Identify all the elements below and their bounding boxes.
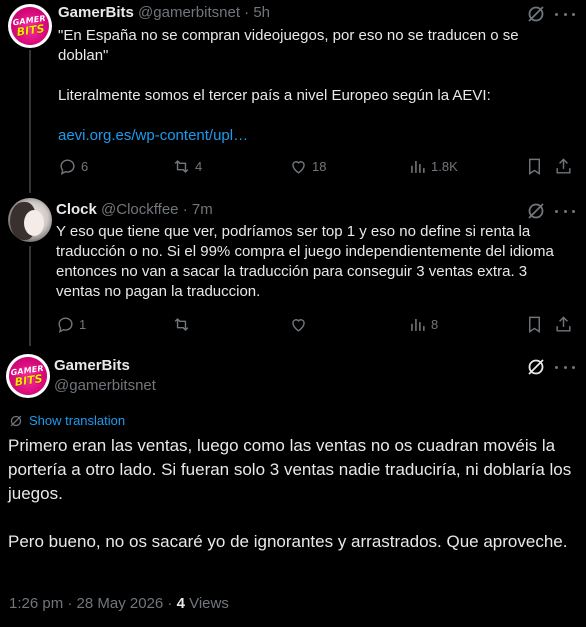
tweet-actions: 6 4 18 1.8K: [58, 156, 578, 176]
share-icon: [556, 315, 571, 332]
bookmark-button[interactable]: [525, 156, 544, 176]
show-translation-link[interactable]: Show translation: [9, 413, 125, 428]
tweet-text: Primero eran las ventas, luego como las …: [8, 436, 572, 551]
gamerbits-logo: GAMER BITS: [8, 4, 52, 48]
repost-count: 4: [195, 158, 203, 174]
views-button[interactable]: 8: [408, 314, 438, 334]
views-button[interactable]: 1.8K: [408, 156, 458, 176]
share-button[interactable]: [554, 314, 573, 334]
views-count: 1.8K: [431, 158, 458, 174]
repost-icon: [174, 317, 189, 331]
timestamp[interactable]: 1:26 pm · 28 May 2026 ·: [9, 595, 177, 612]
user-handle[interactable]: @gamerbitsnet: [138, 4, 240, 21]
display-name[interactable]: GamerBits: [58, 4, 134, 21]
more-icon[interactable]: [555, 357, 575, 377]
bookmark-button[interactable]: [525, 314, 544, 334]
reply-tweet-2[interactable]: Clock @Clockffee · 7m Y eso que tiene qu…: [0, 196, 586, 346]
share-icon: [556, 157, 571, 174]
views-label: Views: [184, 595, 229, 612]
share-button[interactable]: [554, 156, 573, 176]
bookmark-icon: [529, 158, 540, 175]
tweet-meta: 1:26 pm · 28 May 2026 · 4 Views: [9, 595, 229, 612]
translate-icon: [10, 415, 22, 426]
tweet-header: GamerBits @gamerbitsnet · 5h: [58, 4, 271, 21]
timestamp[interactable]: 7m: [192, 201, 213, 218]
avatar[interactable]: GAMER BITS: [6, 354, 50, 398]
tweet-header: Clock @Clockffee · 7m: [56, 201, 213, 218]
user-handle[interactable]: @gamerbitsnet: [54, 377, 156, 394]
avatar[interactable]: [8, 198, 52, 242]
grok-icon[interactable]: [526, 4, 546, 24]
display-name[interactable]: GamerBits: [54, 357, 130, 374]
repost-button[interactable]: [172, 314, 195, 334]
user-handle[interactable]: @Clockffee: [101, 201, 178, 218]
like-count: 18: [312, 158, 327, 174]
reply-icon: [60, 158, 75, 175]
views-count: 4: [176, 595, 185, 612]
like-button[interactable]: 18: [289, 156, 326, 176]
tweet-link[interactable]: aevi.org.es/wp-content/upl…: [58, 127, 248, 144]
tweet-text: Y eso que tiene que ver, podríamos ser t…: [56, 223, 558, 300]
reply-count: 1: [79, 316, 87, 332]
repost-icon: [174, 159, 189, 173]
tweet-text: "En España no se compran videojuegos, po…: [58, 27, 519, 144]
reply-count: 6: [81, 158, 89, 174]
repost-button[interactable]: 4: [172, 156, 202, 176]
more-icon[interactable]: [555, 201, 575, 221]
timestamp[interactable]: 5h: [253, 4, 270, 21]
grok-icon[interactable]: [526, 201, 546, 221]
reply-button[interactable]: 6: [58, 156, 88, 176]
like-icon: [292, 160, 305, 174]
views-icon: [411, 160, 425, 173]
display-name[interactable]: Clock: [56, 201, 97, 218]
bookmark-icon: [529, 316, 540, 333]
like-icon: [292, 318, 305, 332]
tweet-actions: 1 8: [56, 314, 576, 334]
gamerbits-logo: GAMER BITS: [6, 354, 50, 398]
views-count: 8: [431, 316, 439, 332]
like-button[interactable]: [289, 314, 312, 334]
reply-button[interactable]: 1: [56, 314, 86, 334]
reply-icon: [58, 316, 73, 333]
more-icon[interactable]: [555, 4, 575, 24]
grok-icon[interactable]: [526, 357, 546, 377]
reply-tweet-1[interactable]: GAMER BITS GamerBits @gamerbitsnet · 5h …: [0, 0, 586, 190]
avatar[interactable]: GAMER BITS: [8, 4, 52, 48]
views-icon: [411, 318, 425, 331]
